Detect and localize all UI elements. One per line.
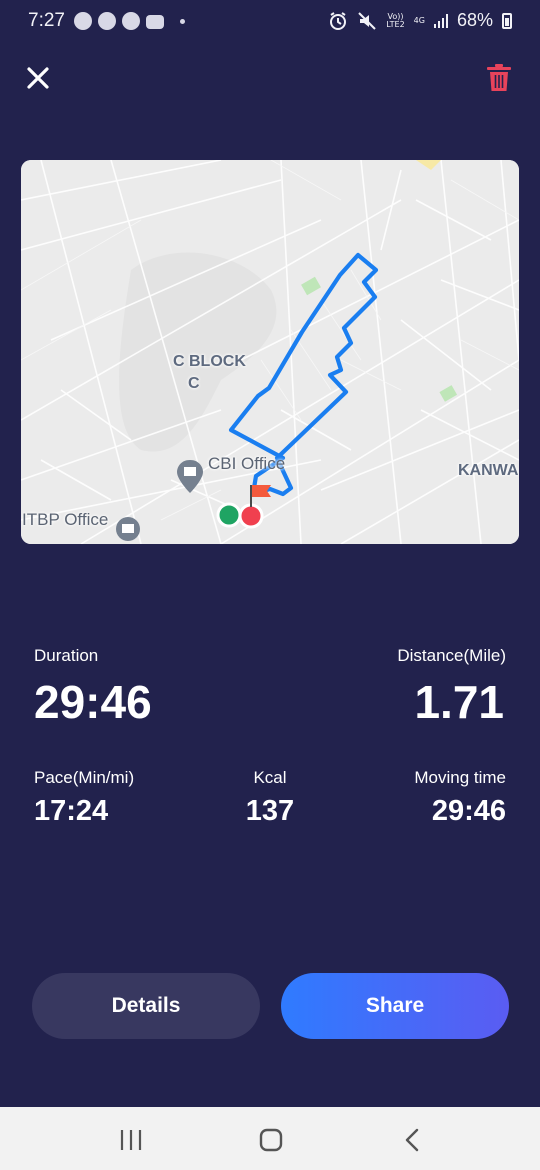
dot-icon bbox=[180, 18, 185, 24]
youtube-icon bbox=[146, 15, 164, 29]
pace-label: Pace(Min/mi) bbox=[34, 768, 135, 787]
recents-icon[interactable] bbox=[116, 1127, 146, 1153]
map-label-kanwa: KANWA bbox=[458, 462, 519, 479]
lte-label: LTE2 bbox=[386, 19, 405, 29]
alarm-icon bbox=[330, 11, 347, 30]
system-icons: Vo)) LTE2 4G 68% bbox=[328, 10, 512, 31]
details-button-label: Details bbox=[111, 994, 181, 1017]
app-grid-icon bbox=[122, 12, 140, 30]
signal-icon bbox=[433, 13, 448, 28]
trash-icon[interactable] bbox=[484, 62, 514, 94]
close-icon[interactable] bbox=[22, 62, 54, 94]
map-label-c-block: C BLOCK bbox=[173, 353, 246, 370]
share-button-label: Share bbox=[365, 994, 425, 1017]
map-label-itbp-office: ITBP Office bbox=[22, 510, 109, 529]
spotify-icon bbox=[74, 12, 92, 30]
map-label-cbi-office: CBI Office bbox=[208, 454, 286, 473]
distance-value: 1.71 bbox=[414, 676, 504, 728]
battery-icon bbox=[502, 12, 512, 29]
kcal-label: Kcal bbox=[253, 768, 287, 787]
details-button[interactable]: Details bbox=[32, 973, 260, 1039]
distance-label: Distance(Mile) bbox=[397, 646, 506, 665]
route-map[interactable]: C BLOCK C CBI Office KANWA ITBP Office bbox=[21, 160, 519, 544]
workout-summary-screen: 7:27 Vo)) LTE2 4G 68% C BLOCK C CBI Offi… bbox=[0, 0, 540, 1170]
map-label-c: C bbox=[188, 375, 200, 392]
home-icon[interactable] bbox=[256, 1127, 286, 1153]
status-time: 7:27 bbox=[28, 10, 65, 31]
battery-percent: 68% bbox=[456, 10, 493, 30]
share-button[interactable]: Share bbox=[281, 973, 509, 1039]
whatsapp-icon bbox=[98, 12, 116, 30]
status-bar: 7:27 Vo)) LTE2 4G 68% bbox=[0, 0, 540, 44]
moving-time-label: Moving time bbox=[414, 768, 506, 787]
network-type: 4G bbox=[413, 15, 425, 25]
back-icon[interactable] bbox=[398, 1127, 428, 1153]
navigation-bar bbox=[0, 1107, 540, 1170]
kcal-value: 137 bbox=[245, 795, 295, 827]
mute-icon bbox=[358, 11, 376, 30]
moving-time-value: 29:46 bbox=[431, 795, 506, 827]
pace-value: 17:24 bbox=[34, 795, 109, 827]
duration-label: Duration bbox=[34, 646, 99, 665]
duration-value: 29:46 bbox=[34, 676, 152, 728]
volte-indicator: Vo)) LTE2 bbox=[386, 12, 405, 29]
notification-icons bbox=[74, 12, 185, 30]
map-canvas bbox=[21, 160, 519, 544]
